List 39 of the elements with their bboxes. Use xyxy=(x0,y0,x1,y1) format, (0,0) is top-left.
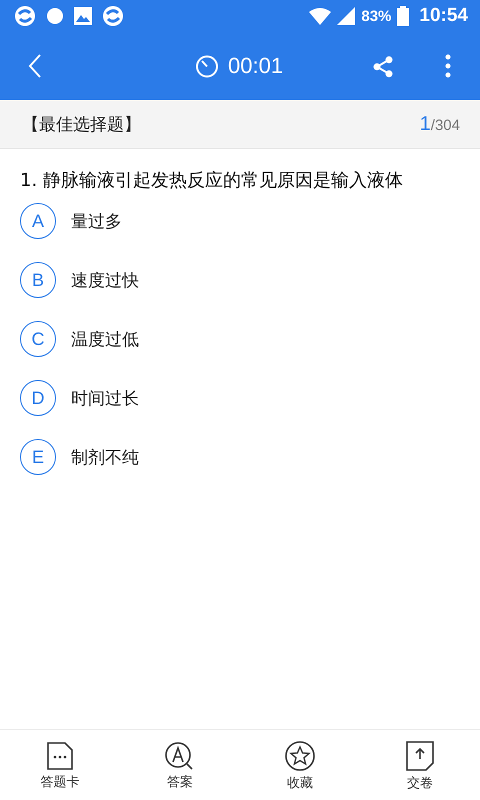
option-text: 量过多 xyxy=(71,210,122,232)
option-letter: D xyxy=(20,380,56,416)
option-text: 温度过低 xyxy=(71,328,139,350)
question-type: 【最佳选择题】 xyxy=(22,114,141,136)
sync-icon xyxy=(14,5,36,27)
answer-search-icon xyxy=(165,742,195,770)
nav-item[interactable]: 交卷 xyxy=(380,740,460,792)
option-letter: A xyxy=(20,203,56,239)
more-icon[interactable] xyxy=(445,54,451,78)
answer-option[interactable]: E 制剂不纯 xyxy=(20,439,480,475)
option-text: 制剂不纯 xyxy=(71,446,139,468)
answer-option[interactable]: A 量过多 xyxy=(20,203,480,239)
option-text: 速度过快 xyxy=(71,270,139,292)
signal-icon xyxy=(337,7,356,25)
back-icon[interactable] xyxy=(28,54,42,78)
option-letter: C xyxy=(20,321,56,357)
share-icon[interactable] xyxy=(372,56,394,78)
answer-option[interactable]: C 温度过低 xyxy=(20,321,480,357)
question-text: 1. 静脉输液引起发热反应的常见原因是输入液体 xyxy=(19,169,404,193)
dot-icon xyxy=(46,7,64,25)
option-text: 时间过长 xyxy=(71,388,139,410)
option-letter: B xyxy=(20,262,56,298)
battery-level: 83% xyxy=(361,8,392,24)
clock: 10:54 xyxy=(419,5,468,27)
nav-item[interactable]: 答题卡 xyxy=(20,742,100,790)
answer-option[interactable]: B 速度过快 xyxy=(20,262,480,298)
document-icon xyxy=(47,742,73,770)
sync-icon xyxy=(102,5,124,27)
nav-item[interactable]: 收藏 xyxy=(260,740,340,792)
question-counter: 1/304 xyxy=(420,112,460,136)
battery-icon xyxy=(397,6,410,26)
nav-item[interactable]: 答案 xyxy=(140,742,220,790)
timer-icon xyxy=(195,54,219,78)
upload-document-icon xyxy=(406,740,434,770)
wifi-icon xyxy=(309,8,332,24)
option-letter: E xyxy=(20,439,56,475)
image-icon xyxy=(74,7,92,25)
timer-text: 00:01 xyxy=(228,53,284,79)
answer-option[interactable]: D 时间过长 xyxy=(20,380,480,416)
